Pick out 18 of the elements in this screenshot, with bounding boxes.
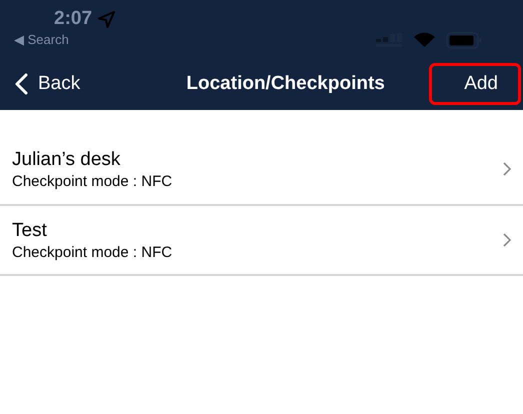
battery-icon <box>446 32 483 48</box>
add-button[interactable]: Add <box>429 63 521 105</box>
chevron-right-icon <box>503 233 511 247</box>
checkpoint-mode: Checkpoint mode : NFC <box>12 244 172 260</box>
chevron-right-icon <box>503 162 511 176</box>
checkpoint-name: Test <box>12 220 48 242</box>
status-time: 2:07 <box>54 8 92 30</box>
checkpoint-row[interactable]: Julian’s desk Checkpoint mode : NFC <box>0 134 523 204</box>
checkpoint-name: Julian’s desk <box>12 148 122 170</box>
chevron-left-icon <box>14 73 28 95</box>
wifi-icon <box>413 32 436 48</box>
checkpoint-row[interactable]: Test Checkpoint mode : NFC <box>0 204 523 274</box>
back-to-app-link[interactable]: ◀ Search <box>14 32 69 47</box>
screen-title: Location/Checkpoints <box>186 73 385 95</box>
signal-icon <box>376 32 403 48</box>
checkpoint-mode: Checkpoint mode : NFC <box>12 172 172 190</box>
back-button[interactable]: Back <box>14 73 80 95</box>
location-arrow-icon <box>98 10 116 28</box>
